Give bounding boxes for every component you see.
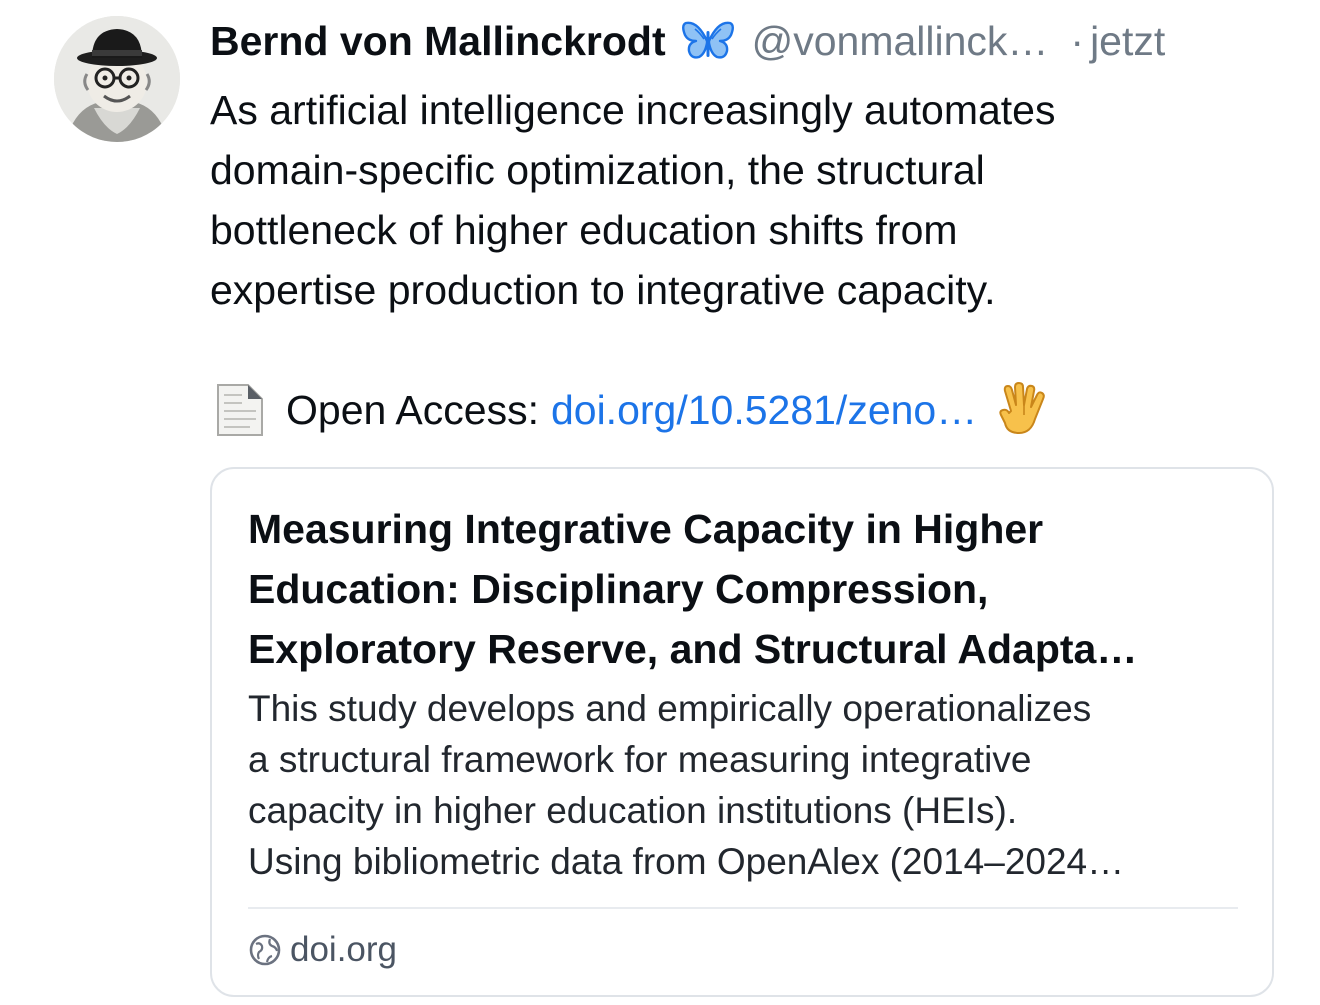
card-source-label: doi.org — [290, 930, 398, 969]
card-source: doi.org — [248, 925, 397, 975]
author-handle[interactable]: @vonmallinck… — [752, 18, 1049, 65]
link-preview-card[interactable]: Measuring Integrative Capacity in Higher… — [210, 467, 1274, 997]
card-title-line: Measuring Integrative Capacity in Higher — [248, 506, 1044, 552]
card-description-line: capacity in higher education institution… — [248, 790, 1018, 831]
author-name[interactable]: Bernd von Mallinckrodt — [210, 18, 666, 65]
vulcan-salute-icon — [995, 381, 1053, 439]
card-description-line: This study develops and empirically oper… — [248, 688, 1092, 729]
post-text: As artificial intelligence increasingly … — [210, 80, 1290, 320]
post-text-line: As artificial intelligence increasingly … — [210, 87, 1056, 133]
avatar-portrait-icon — [54, 16, 180, 142]
card-divider — [248, 907, 1238, 909]
card-description-line: a structural framework for measuring int… — [248, 739, 1032, 780]
card-title: Measuring Integrative Capacity in Higher… — [248, 499, 1248, 679]
card-title-line: Education: Disciplinary Compression, — [248, 566, 989, 612]
butterfly-icon — [681, 19, 734, 63]
card-description: This study develops and empirically oper… — [248, 683, 1248, 887]
post-header: Bernd von Mallinckrodt @vonmallinck… · j… — [210, 14, 1290, 68]
page-facing-up-icon — [212, 381, 266, 439]
card-title-line: Exploratory Reserve, and Structural Adap… — [248, 626, 1138, 672]
open-access-label: Open Access: — [286, 386, 539, 433]
post-text-line: expertise production to integrative capa… — [210, 267, 996, 313]
post[interactable]: Bernd von Mallinckrodt @vonmallinck… · j… — [0, 0, 1320, 1005]
author-avatar[interactable] — [54, 16, 180, 142]
post-text-line: bottleneck of higher education shifts fr… — [210, 207, 958, 253]
separator-dot: · — [1070, 17, 1085, 64]
post-text-line: domain-specific optimization, the struct… — [210, 147, 985, 193]
card-description-line: Using bibliometric data from OpenAlex (2… — [248, 841, 1125, 882]
post-time[interactable]: jetzt — [1090, 18, 1165, 65]
open-access-row: Open Access: doi.org/10.5281/zeno… — [212, 380, 1053, 440]
globe-icon — [248, 933, 282, 967]
doi-link[interactable]: doi.org/10.5281/zeno… — [551, 387, 977, 434]
